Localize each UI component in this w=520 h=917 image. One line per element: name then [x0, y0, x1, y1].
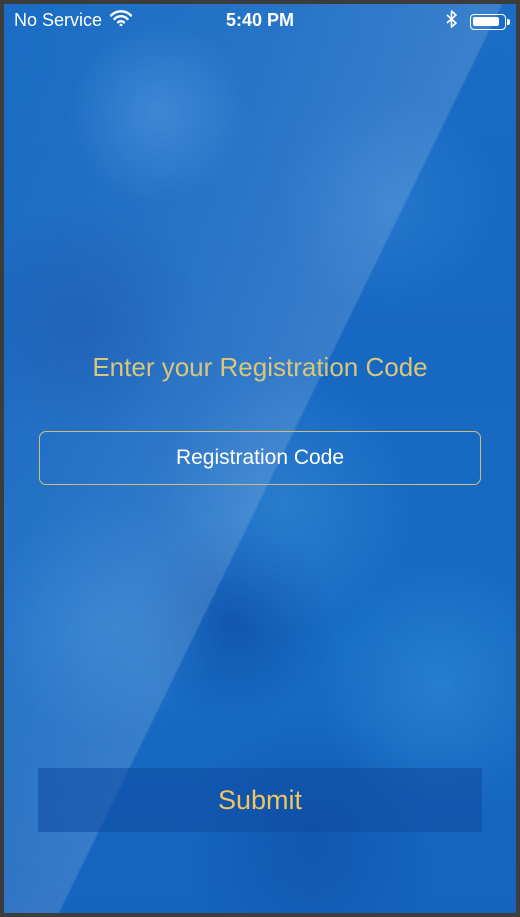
bluetooth-icon — [446, 10, 458, 33]
status-bar: No Service 5:40 PM — [4, 4, 516, 38]
registration-prompt: Enter your Registration Code — [92, 352, 428, 382]
battery-icon — [470, 13, 510, 30]
device-frame: No Service 5:40 PM Enter your Registrati… — [0, 0, 520, 917]
battery-level — [473, 16, 499, 26]
battery-tip — [507, 18, 510, 25]
status-time: 5:40 PM — [225, 10, 295, 30]
registration-code-input[interactable] — [39, 431, 481, 485]
app-screen: No Service 5:40 PM Enter your Registrati… — [4, 4, 516, 913]
status-bar-right — [446, 10, 510, 33]
submit-button[interactable]: Submit — [38, 768, 482, 832]
